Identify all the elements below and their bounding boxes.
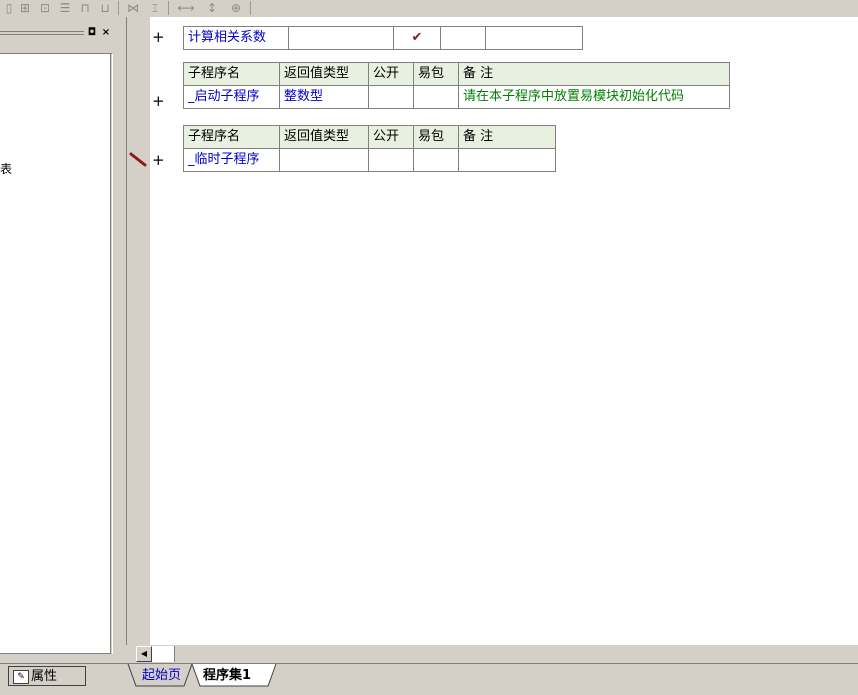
tab-start-page[interactable]: 起始页 [142,666,181,686]
property-tab-label: 属性 [31,669,58,684]
align-left-icon[interactable]: ▯ [2,0,16,16]
bottom-tab-bar: ✎ 属性 起始页 程序集1 [0,663,858,695]
return-type-cell[interactable]: 整数型 [279,85,369,109]
return-type-cell[interactable] [279,148,369,172]
column-header: 子程序名 [183,125,280,149]
column-header: 公开 [368,62,414,86]
scroll-track[interactable] [152,646,175,662]
subroutine-name-cell[interactable]: _临时子程序 [183,148,280,172]
expand-plus[interactable]: + [152,92,165,110]
table-cell[interactable] [440,26,486,50]
close-icon[interactable]: × [100,27,112,39]
project-tree[interactable]: 表 [0,53,113,654]
table-cell[interactable] [288,26,394,50]
column-header: 备 注 [458,125,556,149]
toolbar-separator [118,1,119,15]
column-header: 易包 [413,62,459,86]
easy-package-cell[interactable] [413,85,459,109]
public-cell[interactable] [368,148,414,172]
panel-grip [0,34,84,35]
expand-plus[interactable]: + [152,28,165,46]
table-row: _启动子程序 整数型 请在本子程序中放置易模块初始化代码 [183,85,730,109]
code-editor[interactable] [150,17,858,645]
table-cell[interactable] [485,26,583,50]
assembly-name-cell[interactable]: 计算相关系数 [183,26,289,50]
space-vertical-icon[interactable]: ⌶ [146,0,164,16]
column-header: 备 注 [458,62,730,86]
easy-package-cell[interactable] [413,148,459,172]
tab-assembly1[interactable]: 程序集1 [203,666,251,686]
check-icon[interactable]: ✔ [393,26,441,50]
column-header: 返回值类型 [279,62,369,86]
column-header: 子程序名 [183,62,280,86]
horizontal-scrollbar[interactable]: ◀ [126,645,858,663]
expand-plus[interactable]: + [152,151,165,169]
table-header-row: 子程序名 返回值类型 公开 易包 备 注 [183,62,730,86]
column-header: 返回值类型 [279,125,369,149]
remark-cell[interactable] [458,148,556,172]
table-row: _临时子程序 [183,148,556,172]
align-top-icon[interactable]: ☰ [56,0,74,16]
table-header-row: 子程序名 返回值类型 公开 易包 备 注 [183,125,556,149]
left-panel: ◘ × 表 [0,17,120,667]
property-tab[interactable]: ✎ 属性 [8,666,86,686]
assembly-table: 计算相关系数 ✔ [183,26,583,50]
toolbar-separator [250,1,251,15]
remark-cell[interactable]: 请在本子程序中放置易模块初始化代码 [458,85,730,109]
align-right-icon[interactable]: ⊡ [36,0,54,16]
align-center-icon[interactable]: ⊞ [16,0,34,16]
tree-inner [0,54,111,654]
subroutine-table: 子程序名 返回值类型 公开 易包 备 注 _临时子程序 [183,125,556,172]
scroll-left-icon[interactable]: ◀ [136,646,152,662]
subroutine-table: 子程序名 返回值类型 公开 易包 备 注 _启动子程序 整数型 请在本子程序中放… [183,62,730,109]
align-middle-icon[interactable]: ⊓ [76,0,94,16]
panel-grip [0,31,84,32]
editor-gutter [126,17,150,645]
toolbar-separator [168,1,169,15]
maximize-icon[interactable]: ◘ [86,27,98,39]
space-horizontal-icon[interactable]: ⋈ [124,0,142,16]
subroutine-name-cell[interactable]: _启动子程序 [183,85,280,109]
same-width-icon[interactable]: ⟷ [174,0,198,16]
table-row: 计算相关系数 ✔ [183,26,583,50]
tree-item-fragment[interactable]: 表 [0,160,12,177]
same-height-icon[interactable]: ↕ [202,0,222,16]
column-header: 公开 [368,125,414,149]
property-icon: ✎ [13,670,29,684]
pencil-icon [129,152,147,167]
align-bottom-icon[interactable]: ⊔ [96,0,114,16]
toolbar: ▯ ⊞ ⊡ ☰ ⊓ ⊔ ⋈ ⌶ ⟷ ↕ ⊕ [0,0,858,17]
public-cell[interactable] [368,85,414,109]
column-header: 易包 [413,125,459,149]
same-size-icon[interactable]: ⊕ [226,0,246,16]
